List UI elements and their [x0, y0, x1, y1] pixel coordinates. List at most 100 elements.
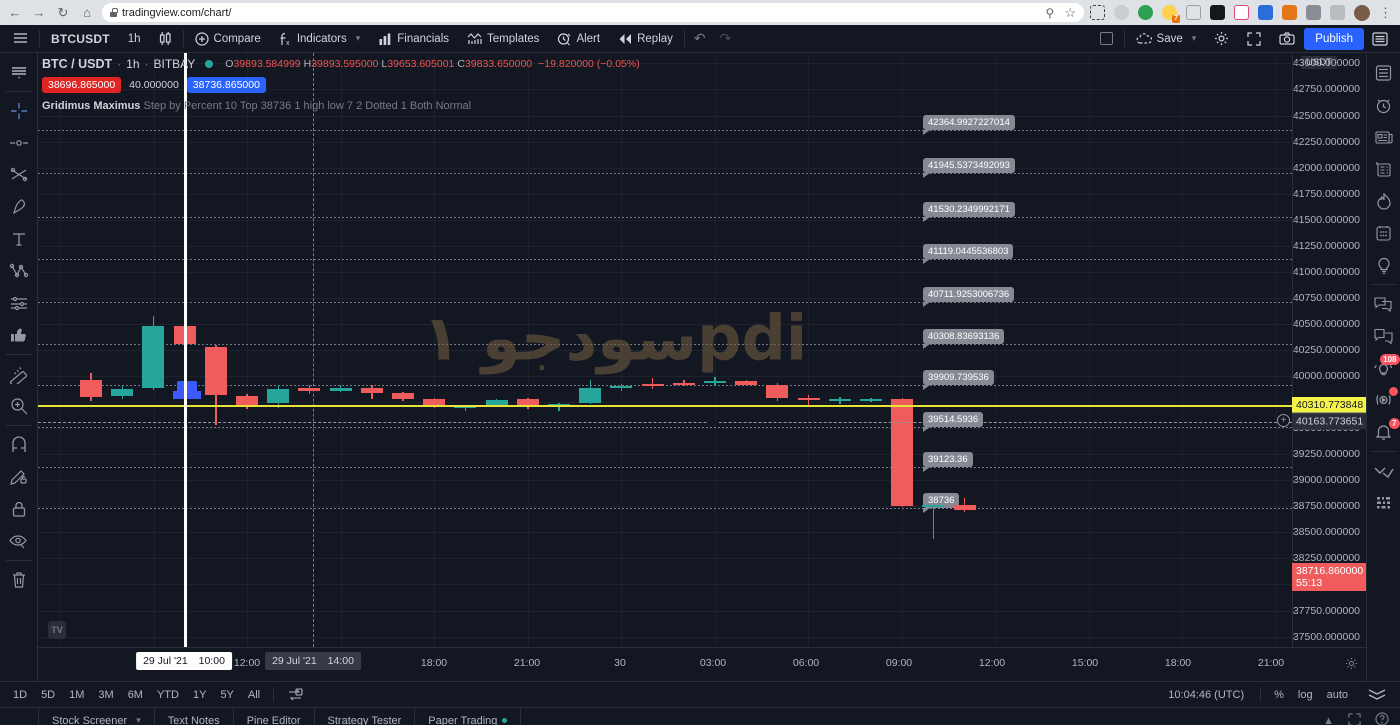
measure-tool-icon[interactable]: [2, 358, 36, 390]
range-button-5y[interactable]: 5Y: [213, 685, 240, 705]
publish-button[interactable]: Publish: [1304, 27, 1364, 50]
financials-button[interactable]: Financials: [369, 26, 458, 52]
indicator-legend[interactable]: Gridimus Maximus Step by Percent 10 Top …: [42, 100, 640, 112]
fullscreen-button[interactable]: [1238, 26, 1270, 52]
status-tab-strategy-tester[interactable]: Strategy Tester: [315, 708, 416, 725]
range-button-1m[interactable]: 1M: [62, 685, 91, 705]
chart-pattern-icon[interactable]: [1367, 455, 1400, 487]
undo-icon[interactable]: ↶: [687, 26, 713, 52]
hotlist-icon[interactable]: [1367, 185, 1400, 217]
pink-extension-icon[interactable]: [1234, 5, 1249, 20]
data-window-icon[interactable]: [1367, 153, 1400, 185]
bulb-extension-icon[interactable]: 7: [1162, 5, 1180, 23]
watchlist-icon[interactable]: [1367, 57, 1400, 89]
status-tab-stock-screener[interactable]: Stock Screener ▾: [38, 708, 155, 725]
private-chat-icon[interactable]: [1367, 320, 1400, 352]
zoom-in-tool-icon[interactable]: [2, 390, 36, 422]
key-icon[interactable]: ⚲: [1046, 6, 1055, 20]
chart-style-button[interactable]: [150, 26, 181, 52]
settings-button[interactable]: [1205, 26, 1238, 52]
notifications-bell-icon[interactable]: 7: [1367, 416, 1400, 448]
indicators-button[interactable]: x Indicators ▾: [270, 26, 369, 52]
remove-drawings-icon[interactable]: [2, 564, 36, 596]
address-bar[interactable]: tradingview.com/chart/ ⚲ ☆: [102, 3, 1084, 22]
percent-scale-button[interactable]: %: [1267, 685, 1291, 705]
stay-in-drawing-mode-icon[interactable]: [2, 461, 36, 493]
price-scale[interactable]: USDT 43000.000000 42750.000000 42500.00000…: [1292, 53, 1366, 647]
help-icon[interactable]: [1375, 712, 1389, 725]
time-scale[interactable]: 12:00 18:00 21:00 30 03:00 06:00 09:00 12:00 15:…: [38, 647, 1366, 681]
date-range-icon[interactable]: [280, 685, 310, 705]
notion-extension-icon[interactable]: [1090, 5, 1105, 20]
range-button-6m[interactable]: 6M: [121, 685, 150, 705]
snapshot-button[interactable]: [1270, 26, 1304, 52]
public-chat-icon[interactable]: [1367, 288, 1400, 320]
avatar[interactable]: [1354, 4, 1370, 21]
legend-interval[interactable]: 1h: [126, 57, 139, 71]
collapse-pane-icon[interactable]: [1355, 685, 1394, 705]
status-tab-pine-editor[interactable]: Pine Editor: [234, 708, 315, 725]
hide-drawings-icon[interactable]: [2, 525, 36, 557]
status-tab-paper-trading[interactable]: Paper Trading: [415, 708, 522, 725]
globe-extension-icon[interactable]: [1138, 5, 1153, 20]
broadcast-icon[interactable]: [1367, 384, 1400, 416]
chevron-down-icon[interactable]: ▾: [1192, 33, 1197, 44]
layout-select-button[interactable]: [1091, 26, 1122, 52]
blue-extension-icon[interactable]: [1258, 5, 1273, 20]
puzzle-extensions-icon[interactable]: [1330, 5, 1345, 20]
fullscreen-icon[interactable]: [1348, 712, 1361, 725]
star-icon[interactable]: ☆: [1064, 5, 1076, 21]
templates-button[interactable]: Templates: [458, 26, 548, 52]
save-button[interactable]: Save ▾: [1127, 26, 1206, 52]
patterns-tool-icon[interactable]: [2, 255, 36, 287]
kebab-menu-icon[interactable]: ⋮: [1379, 6, 1392, 19]
text-tool-icon[interactable]: [2, 223, 36, 255]
chevron-down-icon[interactable]: ▾: [356, 33, 361, 44]
range-button-ytd[interactable]: YTD: [150, 685, 186, 705]
legend-exchange[interactable]: BITBAY: [154, 57, 196, 71]
range-button-3m[interactable]: 3M: [91, 685, 120, 705]
grey-extension-icon[interactable]: [1114, 5, 1129, 20]
news-icon[interactable]: [1367, 121, 1400, 153]
chevron-up-icon[interactable]: ▲: [1323, 715, 1334, 725]
cloud-extension-icon[interactable]: [1306, 5, 1321, 20]
range-button-1d[interactable]: 1D: [6, 685, 34, 705]
calendar-icon[interactable]: [1367, 217, 1400, 249]
shield-extension-icon[interactable]: [1186, 5, 1201, 20]
chart-plot-area[interactable]: 42364.9927227014 41945.5373492093 41530.23…: [38, 53, 1292, 647]
crosshair-tool-icon[interactable]: [2, 95, 36, 127]
metamask-extension-icon[interactable]: [1282, 5, 1297, 20]
add-alert-button[interactable]: +: [1277, 414, 1290, 427]
symbol-search-button[interactable]: BTCUSDT: [42, 26, 119, 52]
range-button-1y[interactable]: 1Y: [186, 685, 213, 705]
alerts-clock-icon[interactable]: [1367, 89, 1400, 121]
interval-button[interactable]: 1h: [119, 26, 150, 52]
main-menu-button[interactable]: [4, 26, 37, 52]
ideas-bulb-icon[interactable]: [1367, 249, 1400, 281]
back-arrow-icon[interactable]: ←: [6, 4, 24, 22]
reload-icon[interactable]: ↻: [54, 4, 72, 22]
magnet-tool-icon[interactable]: [2, 429, 36, 461]
range-button-all[interactable]: All: [241, 685, 267, 705]
alert-button[interactable]: Alert: [548, 26, 609, 52]
stream-icon[interactable]: 108: [1367, 352, 1400, 384]
forward-arrow-icon[interactable]: →: [30, 4, 48, 22]
chart-settings-gear-icon[interactable]: [1345, 657, 1358, 673]
auto-scale-button[interactable]: auto: [1320, 685, 1355, 705]
cat-extension-icon[interactable]: [1210, 5, 1225, 20]
chart-container[interactable]: 42364.9927227014 41945.5373492093 41530.23…: [38, 53, 1366, 681]
emoji-tool-icon[interactable]: [2, 319, 36, 351]
fib-retracement-tool-icon[interactable]: [2, 159, 36, 191]
legend-symbol[interactable]: BTC / USDT: [42, 57, 112, 71]
status-tab-text-notes[interactable]: Text Notes: [155, 708, 234, 725]
object-tree-icon[interactable]: [1367, 487, 1400, 519]
redo-icon[interactable]: ↷: [713, 26, 739, 52]
hamburger-tool-icon[interactable]: [2, 56, 36, 88]
home-icon[interactable]: ⌂: [78, 4, 96, 22]
chevron-down-icon[interactable]: ▾: [136, 715, 141, 725]
trend-line-tool-icon[interactable]: [2, 127, 36, 159]
log-scale-button[interactable]: log: [1291, 685, 1320, 705]
compare-button[interactable]: Compare: [186, 26, 270, 52]
brush-tool-icon[interactable]: [2, 191, 36, 223]
replay-button[interactable]: Replay: [609, 26, 682, 52]
